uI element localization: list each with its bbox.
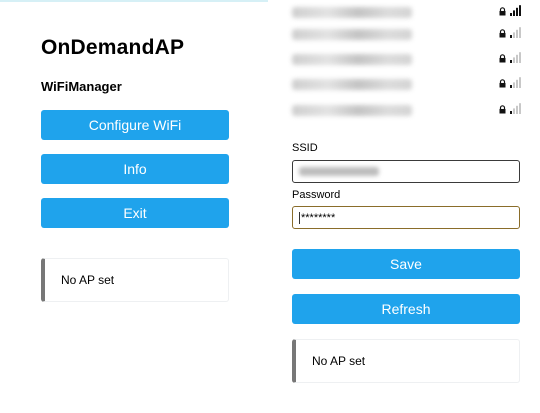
signal-bar: [516, 7, 518, 16]
signal-bar: [519, 52, 521, 63]
status-message-text-right: No AP set: [312, 354, 366, 368]
signal-bar: [513, 82, 515, 88]
network-name-redacted: [292, 7, 412, 18]
info-button[interactable]: Info: [41, 154, 229, 184]
signal-bar: [516, 29, 518, 38]
signal-bar: [513, 57, 515, 63]
signal-strength-icon: [510, 27, 521, 38]
network-icons: [499, 77, 522, 88]
ssid-value-redacted: [299, 167, 379, 176]
text-cursor: [299, 211, 300, 224]
signal-bar: [519, 77, 521, 88]
signal-bar: [516, 79, 518, 88]
signal-bar: [510, 111, 512, 114]
network-item[interactable]: [292, 72, 522, 97]
status-message-box: No AP set: [41, 258, 229, 302]
page-subtitle: WiFiManager: [41, 79, 122, 94]
signal-strength-icon: [510, 5, 521, 16]
network-item[interactable]: [292, 98, 522, 123]
lock-icon: [499, 7, 506, 16]
configure-wifi-button[interactable]: Configure WiFi: [41, 110, 229, 140]
right-panel: SSID Password ******** Save Refresh No A…: [270, 0, 540, 413]
signal-strength-icon: [510, 77, 521, 88]
left-panel: OnDemandAP WiFiManager Configure WiFi In…: [0, 0, 270, 413]
network-icons: [499, 27, 522, 38]
signal-bar: [519, 27, 521, 38]
save-button[interactable]: Save: [292, 249, 520, 279]
ssid-field[interactable]: [292, 160, 520, 183]
signal-bar: [510, 35, 512, 38]
signal-bar: [513, 10, 515, 16]
signal-bar: [510, 13, 512, 16]
signal-bar: [510, 60, 512, 63]
signal-bar: [516, 54, 518, 63]
lock-icon: [499, 29, 506, 38]
signal-strength-icon: [510, 103, 521, 114]
status-message-box-right: No AP set: [292, 339, 520, 383]
network-icons: [499, 52, 522, 63]
signal-bar: [510, 85, 512, 88]
signal-bar: [519, 5, 521, 16]
signal-strength-icon: [510, 52, 521, 63]
ssid-label: SSID: [292, 142, 318, 154]
signal-bar: [516, 105, 518, 114]
network-name-redacted: [292, 105, 412, 116]
status-message-text: No AP set: [61, 273, 115, 287]
lock-icon: [499, 54, 506, 63]
network-item[interactable]: [292, 47, 522, 72]
password-field[interactable]: ********: [292, 206, 520, 229]
exit-button[interactable]: Exit: [41, 198, 229, 228]
network-name-redacted: [292, 54, 412, 65]
lock-icon: [499, 105, 506, 114]
network-icons: [499, 103, 522, 114]
signal-bar: [519, 103, 521, 114]
refresh-button[interactable]: Refresh: [292, 294, 520, 324]
signal-bar: [513, 32, 515, 38]
lock-icon: [499, 79, 506, 88]
password-value: ********: [301, 211, 336, 224]
network-name-redacted: [292, 29, 412, 40]
password-label: Password: [292, 189, 341, 201]
network-name-redacted: [292, 79, 412, 90]
network-icons: [499, 5, 522, 16]
signal-bar: [513, 108, 515, 114]
page-title: OnDemandAP: [41, 36, 185, 59]
network-item[interactable]: [292, 22, 522, 47]
